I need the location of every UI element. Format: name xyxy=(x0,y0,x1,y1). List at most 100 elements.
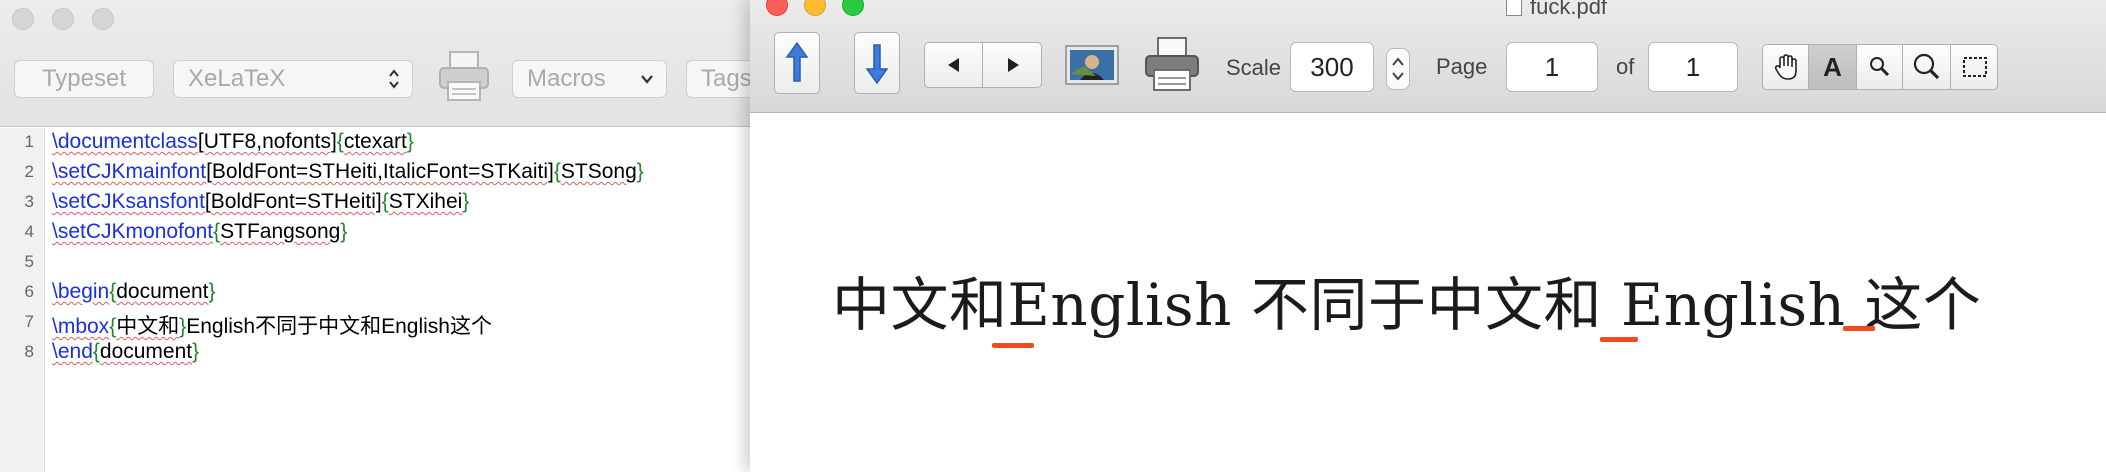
tool-selector: A xyxy=(1762,44,1998,90)
page-label: Page xyxy=(1436,54,1488,79)
editor-toolbar: Typeset XeLaTeX Macros Tags xyxy=(0,0,776,127)
print-button[interactable] xyxy=(1142,34,1202,94)
open-brace: { xyxy=(381,190,389,213)
close-brace: } xyxy=(340,220,348,243)
hand-tool-button[interactable] xyxy=(1763,45,1809,89)
latex-command: \setCJKmainfont xyxy=(52,160,207,183)
latex-command: \setCJKsansfont xyxy=(52,190,205,213)
previous-source-button[interactable] xyxy=(774,32,820,94)
line-number: 3 xyxy=(24,192,34,211)
code-line[interactable]: \setCJKmainfont[BoldFont=STHeiti,ItalicF… xyxy=(52,160,644,184)
scale-stepper[interactable] xyxy=(1386,48,1410,90)
window-title-text: fuck.pdf xyxy=(1530,0,1608,19)
line-number: 8 xyxy=(24,342,34,361)
text-tool-button[interactable]: A xyxy=(1809,45,1857,89)
close-button[interactable] xyxy=(12,8,34,30)
code-line[interactable]: \documentclass[UTF8,nofonts]{ctexart} xyxy=(52,130,414,154)
code-line[interactable]: \end{document} xyxy=(52,340,199,364)
latex-argument: STXihei xyxy=(388,190,463,213)
latex-argument: document xyxy=(116,280,209,303)
latex-command: \begin xyxy=(52,280,110,303)
text-tool-label: A xyxy=(1823,51,1842,82)
editor-window: Typeset XeLaTeX Macros Tags 1 2 3 4 5 6 … xyxy=(0,0,776,472)
code-line[interactable]: \begin{document} xyxy=(52,280,215,304)
line-number: 7 xyxy=(24,312,34,331)
latex-argument: STSong xyxy=(560,160,637,183)
open-brace: { xyxy=(92,340,100,363)
magnifier-large-icon xyxy=(1913,53,1939,80)
open-brace: { xyxy=(553,160,561,183)
close-button[interactable] xyxy=(766,0,788,16)
engine-select[interactable]: XeLaTeX xyxy=(173,60,413,98)
line-number: 5 xyxy=(24,252,34,271)
latex-options: [BoldFont=STHeiti,ItalicFont=STKaiti] xyxy=(206,160,554,183)
macros-label: Macros xyxy=(527,65,606,92)
latex-argument: STFangsong xyxy=(220,220,341,243)
pdf-page: 中文和English 不同于中文和 English 这个 xyxy=(750,113,2106,472)
sync-mark xyxy=(1600,337,1638,342)
code-line[interactable]: \setCJKmonofont{STFangsong} xyxy=(52,220,347,244)
scale-label: Scale xyxy=(1226,55,1282,80)
latex-command: \setCJKmonofont xyxy=(52,220,214,243)
arrow-up-icon xyxy=(785,41,809,82)
latex-options: [BoldFont=STHeiti] xyxy=(204,190,382,213)
latex-command: \mbox xyxy=(52,315,110,338)
scale-field[interactable]: 300 xyxy=(1290,42,1374,92)
next-source-button[interactable] xyxy=(854,32,900,94)
line-number: 1 xyxy=(24,132,34,151)
stepper-arrows-icon xyxy=(1392,57,1404,81)
close-brace: } xyxy=(462,190,470,213)
arrow-down-icon xyxy=(865,44,889,85)
close-brace: } xyxy=(406,130,414,153)
engine-value: XeLaTeX xyxy=(188,65,286,92)
print-button[interactable] xyxy=(436,48,492,104)
page-total-field: 1 xyxy=(1648,42,1738,92)
zoom-button[interactable] xyxy=(92,8,114,30)
minimize-button[interactable] xyxy=(804,0,826,16)
line-number: 6 xyxy=(24,282,34,301)
printer-icon xyxy=(1145,37,1199,91)
pdf-rendered-text: 中文和English 不同于中文和 English 这个 xyxy=(832,271,1982,339)
code-line[interactable]: \setCJKsansfont[BoldFont=STHeiti]{STXihe… xyxy=(52,190,469,214)
magnifier-small-icon xyxy=(1869,57,1889,77)
previous-page-button[interactable] xyxy=(925,43,983,87)
latex-argument: document xyxy=(99,340,193,363)
latex-argument: 中文和 xyxy=(116,315,180,338)
close-brace: } xyxy=(208,280,216,303)
page-nav-control xyxy=(924,42,1042,88)
triangle-right-icon xyxy=(1008,58,1019,72)
updown-chevron-icon xyxy=(388,61,400,104)
line-number: 4 xyxy=(24,222,34,241)
latex-command: \end xyxy=(52,340,93,363)
chevron-down-icon xyxy=(640,61,654,109)
latex-options: [UTF8,nofonts] xyxy=(197,130,337,153)
close-brace: } xyxy=(636,160,644,183)
marquee-select-icon xyxy=(1963,57,1987,77)
latex-argument: ctexart xyxy=(343,130,407,153)
line-number: 2 xyxy=(24,162,34,181)
of-label: of xyxy=(1616,54,1635,79)
open-brace: { xyxy=(336,130,344,153)
latex-command: \documentclass xyxy=(52,130,198,153)
hand-icon xyxy=(1774,54,1797,80)
minimize-button[interactable] xyxy=(52,8,74,30)
page-field[interactable]: 1 xyxy=(1506,42,1598,92)
pdf-file-icon xyxy=(1506,0,1522,17)
window-title: fuck.pdf xyxy=(1506,0,1607,20)
photo-icon xyxy=(1065,45,1119,85)
close-brace: } xyxy=(192,340,200,363)
magnify-tool-button[interactable] xyxy=(1857,45,1903,89)
code-line[interactable]: \mbox{中文和}English不同于中文和English这个 xyxy=(52,310,492,340)
typeset-button[interactable]: Typeset xyxy=(14,60,154,98)
printer-icon xyxy=(439,51,489,101)
zoom-button[interactable] xyxy=(842,0,864,16)
next-page-button[interactable] xyxy=(983,43,1041,87)
sync-mark xyxy=(992,343,1034,348)
zoom-tool-button[interactable] xyxy=(1903,45,1951,89)
macros-select[interactable]: Macros xyxy=(512,60,667,98)
triangle-left-icon xyxy=(947,58,959,72)
body-text: English不同于中文和English这个 xyxy=(186,315,492,338)
view-mode-button[interactable] xyxy=(1062,40,1122,90)
select-tool-button[interactable] xyxy=(1951,45,1997,89)
line-number-gutter: 1 2 3 4 5 6 7 8 xyxy=(0,128,45,472)
